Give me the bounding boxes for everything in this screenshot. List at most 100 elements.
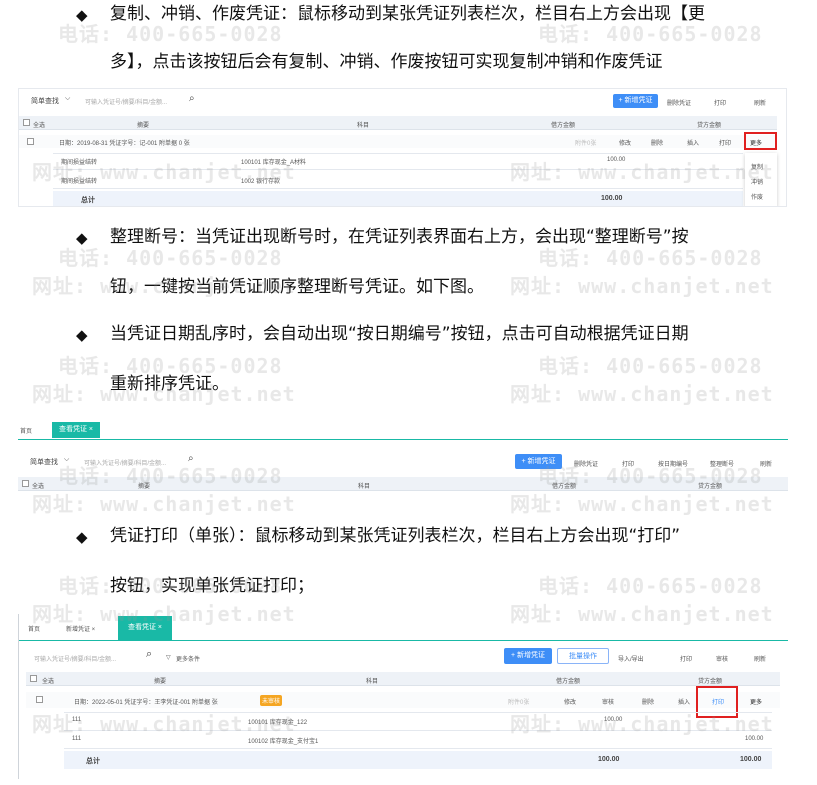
bullet-bydate: ◆ 当凭证日期乱序时，会自动出现“按日期编号”按钮，点击可自动根据凭证日期 重新… [76,324,796,394]
row-divider [53,153,743,154]
screenshot-print: 首页 新增凭证 × 查看凭证 × 可输入凭证号/摘要/科目/金额... ⌕ ▽ … [18,614,788,779]
row-divider [53,188,743,189]
insert-action[interactable]: 插入 [678,697,690,706]
tab-view-voucher[interactable]: 查看凭证 × [118,616,172,640]
bullet-copy-line1: 复制、冲销、作废凭证：鼠标移动到某张凭证列表栏次，栏目右上方会出现【更 [110,4,705,24]
menu-item-void[interactable]: 作废 [751,192,763,201]
row-divider [64,712,772,713]
row2-credit: 100.00 [745,736,764,742]
row-divider [64,730,772,731]
new-voucher-button[interactable]: + 新增凭证 [504,648,552,664]
select-all-checkbox[interactable] [22,480,29,487]
audit-action[interactable]: 审核 [602,697,614,706]
row-checkbox[interactable] [36,696,43,703]
menu-item-copy[interactable]: 复制 [751,162,763,171]
bullet-renumber-line2: 钮，一键按当前凭证顺序整理断号凭证。如下图。 [110,277,484,297]
print-button[interactable]: 打印 [714,98,726,107]
header-select-all: 全选 [32,484,45,490]
bullet-renumber: ◆ 整理断号：当凭证出现断号时，在凭证列表界面右上方，会出现“整理断号”按 钮，… [76,227,796,297]
menu-item-reverse[interactable]: 冲销 [751,177,763,186]
row2-subject: 100102 库存现金_支付宝1 [248,739,319,745]
diamond-bullet-icon: ◆ [76,6,88,24]
edit-action[interactable]: 修改 [564,697,576,706]
search-input[interactable]: 可输入凭证号/摘要/科目/金额... [85,97,167,106]
renumber-button[interactable]: 整理断号 [710,459,734,468]
delete-action[interactable]: 删除 [642,697,654,706]
voucher-info-row[interactable]: 日期：2019-08-31 凭证字号：记-001 附单据 0 张 附件0张 修改… [19,135,777,148]
search-icon[interactable]: ⌕ [188,453,194,464]
attach-link[interactable]: 附件0张 [575,138,596,147]
header-subject: 科目 [358,484,371,490]
diamond-bullet-icon: ◆ [76,229,88,247]
header-debit: 借方金额 [551,123,576,129]
chevron-down-icon: ⌵ [64,456,70,463]
header-summary: 摘要 [137,123,150,129]
total-label: 总计 [86,758,100,765]
tab-new-voucher[interactable]: 新增凭证 × [66,624,95,633]
total-row: 总计 100.00 100.00 [64,751,772,769]
delete-voucher-button[interactable]: 删除凭证 [574,459,598,468]
chevron-down-icon: ⌵ [65,95,71,102]
tab-home[interactable]: 首页 [20,426,32,435]
edit-action[interactable]: 修改 [619,138,631,147]
batch-operations-button[interactable]: 批量操作 [557,648,609,664]
diamond-bullet-icon: ◆ [76,528,88,546]
new-voucher-button[interactable]: + 新增凭证 [613,94,658,108]
delete-voucher-button[interactable]: 删除凭证 [667,98,691,107]
insert-action[interactable]: 插入 [687,138,699,147]
more-conditions-link[interactable]: 更多条件 [176,654,200,663]
print-button[interactable]: 打印 [680,654,692,663]
more-dropdown: 复制 冲销 作废 [745,153,777,206]
delete-action[interactable]: 删除 [651,138,663,147]
row2-subject: 1002 银行存款 [241,179,281,185]
new-voucher-button[interactable]: + 新增凭证 [515,454,562,469]
tab-view-voucher[interactable]: 查看凭证 × [52,422,100,438]
more-action[interactable]: 更多 [750,697,762,706]
search-input[interactable]: 可输入凭证号/摘要/科目/金额... [34,654,116,663]
header-select-all: 全选 [33,123,46,129]
header-credit: 贷方金额 [697,123,722,129]
search-icon[interactable]: ⌕ [146,648,152,661]
highlight-box [696,686,738,718]
filter-select[interactable]: 简单查找 [30,457,58,467]
total-label: 总计 [81,197,95,204]
bullet-bydate-line2: 重新排序凭证。 [110,374,229,394]
row1-summary: 期间损益结转 [61,160,98,166]
row2-summary: 期间损益结转 [61,179,98,185]
header-summary: 摘要 [154,679,167,685]
highlight-box [744,132,777,150]
import-export-button[interactable]: 导入/导出 [618,654,644,663]
by-date-button[interactable]: 按日期编号 [658,459,688,468]
voucher-info-row[interactable]: 日期：2022-05-01 凭证字号：王李凭证-001 附单据 张 未审核 附件… [26,692,780,708]
header-select-all: 全选 [42,679,55,685]
total-credit: 100.00 [740,756,762,763]
print-button[interactable]: 打印 [622,459,634,468]
row1-subject: 100101 库存现金_122 [248,720,308,726]
attach-link[interactable]: 附件0张 [508,697,529,706]
filter-icon[interactable]: ▽ [166,654,171,661]
select-all-checkbox[interactable] [30,675,37,682]
screenshot-more-menu: 简单查找 ⌵ 可输入凭证号/摘要/科目/金额... ⌕ + 新增凭证 删除凭证 … [18,88,787,207]
print-action[interactable]: 打印 [719,138,731,147]
select-all-checkbox[interactable] [23,119,30,126]
header-credit: 贷方金额 [698,679,723,685]
bullet-bydate-line1: 当凭证日期乱序时，会自动出现“按日期编号”按钮，点击可自动根据凭证日期 [110,324,689,344]
total-debit: 100.00 [598,756,620,763]
tab-home[interactable]: 首页 [28,624,40,633]
header-subject: 科目 [366,679,379,685]
refresh-button[interactable]: 刷新 [754,654,766,663]
row1-subject: 100101 库存现金_A材料 [241,160,307,166]
search-input[interactable]: 可输入凭证号/摘要/科目/金额... [84,458,166,467]
header-summary: 摘要 [138,484,151,490]
row1-summary: 111 [72,717,82,723]
refresh-button[interactable]: 刷新 [760,459,772,468]
refresh-button[interactable]: 刷新 [754,98,766,107]
tab-divider [18,640,788,641]
audit-button[interactable]: 审核 [716,654,728,663]
row2-summary: 111 [72,736,82,742]
row-divider [53,169,743,170]
row-checkbox[interactable] [27,138,34,145]
header-credit: 贷方金额 [698,484,723,490]
filter-select[interactable]: 简单查找 [31,96,59,106]
search-icon[interactable]: ⌕ [189,93,195,104]
